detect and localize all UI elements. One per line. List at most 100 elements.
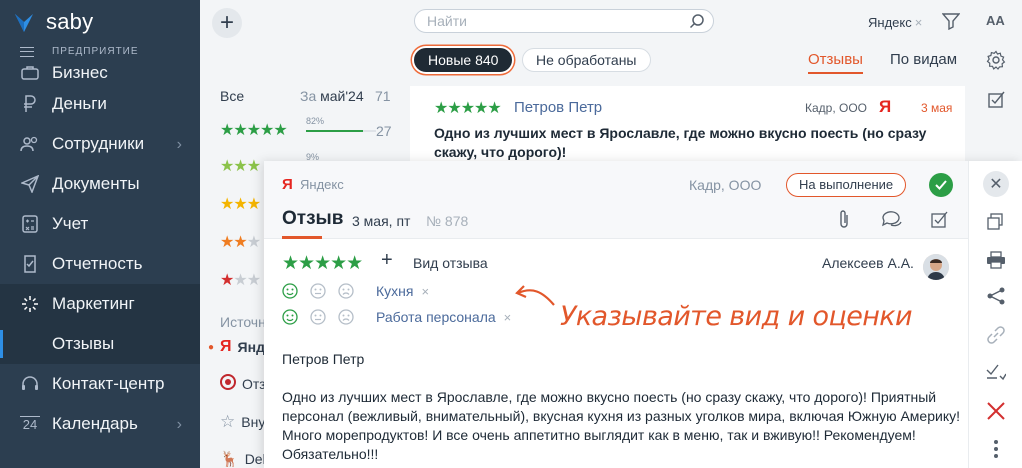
chevron-right-icon[interactable]: › [177,136,182,154]
rating-row-4[interactable]: ★★★ 9% [220,152,319,178]
paper-plane-icon [20,174,40,194]
one-star-icon: ★★★ [220,272,261,289]
close-icon[interactable]: × [915,15,923,30]
sidebar-item-business[interactable]: Бизнес [0,62,200,84]
review-rating: ★★★★★ [434,100,502,117]
rating-row-2[interactable]: ★★★ [220,234,261,254]
logo[interactable]: saby [12,8,93,36]
sidebar-item-label: Документы [52,174,140,193]
sidebar-item-label: Календарь [52,414,138,433]
tab-reviews[interactable]: Отзывы [808,51,863,74]
active-dot-icon: ● [208,341,215,353]
source-filter-chip[interactable]: Яндекс × [868,15,922,30]
stats-period[interactable]: За май'24 [300,88,364,104]
search-input[interactable]: Найти [414,9,714,33]
smile-neutral-icon[interactable] [310,283,338,299]
report-icon [20,254,40,274]
briefcase-icon [20,63,40,83]
smile-sad-icon[interactable] [338,283,366,299]
sidebar-item-label: Отчетность [52,254,143,273]
tab-by-kind[interactable]: По видам [890,51,957,68]
aspect-row: Работа персонала × [282,309,511,325]
sidebar-item-label: Маркетинг [52,294,135,313]
menu-icon[interactable] [20,46,34,57]
checklist-icon[interactable] [987,89,1007,109]
hint-text: Указывайте вид и оценки [560,301,913,332]
org-switcher[interactable]: ПРЕДПРИЯТИЕ [20,46,139,57]
close-icon[interactable]: × [421,284,429,299]
calendar-badge: 24 [22,417,38,432]
review-body: Одно из лучших мест в Ярославле, где мож… [282,389,960,462]
rating-row-1[interactable]: ★★★ [220,272,261,292]
status-button[interactable]: На выполнение [786,173,907,197]
sidebar-item-marketing[interactable]: Маркетинг [0,284,200,324]
filter-icon[interactable] [942,12,960,30]
filter-chip-new[interactable]: Новые 840 [414,48,513,72]
four-stars-icon: ★★★ [220,158,261,175]
close-icon[interactable]: × [504,310,512,325]
smile-sad-icon[interactable] [338,309,366,325]
smile-neutral-icon[interactable] [310,309,338,325]
approve-icon[interactable] [986,363,1006,383]
five-stars-icon: ★★★★★ [220,122,288,139]
hint-arrow-icon [515,285,555,306]
smile-happy-icon[interactable] [282,309,310,325]
create-button[interactable]: + [212,8,242,38]
sidebar-item-accounting[interactable]: Учет [0,204,200,244]
checkmark-icon [935,180,947,190]
calendar-icon: 24 [20,416,40,432]
sidebar-item-documents[interactable]: Документы [0,164,200,204]
aspect-label[interactable]: Кухня [376,283,413,299]
link-icon[interactable] [986,325,1006,345]
copy-icon[interactable] [986,213,1004,231]
sidebar-item-money[interactable]: Деньги [0,84,200,124]
assignee-name[interactable]: Алексеев А.А. [822,255,914,271]
chat-icon[interactable] [881,209,903,229]
close-panel-button[interactable]: ✕ [983,171,1009,197]
review-kind-label[interactable]: Вид отзыва [413,255,488,271]
search-placeholder: Найти [427,13,467,29]
sidebar-item-label: Бизнес [52,63,108,82]
sidebar-item-label: Деньги [52,94,107,113]
review-author[interactable]: Петров Петр [514,99,602,116]
review-company: Кадр, ООО [805,101,868,115]
star-outline-icon: ☆ [220,412,236,431]
rating-row-3[interactable]: ★★★ [220,196,261,216]
print-icon[interactable] [986,251,1006,269]
headset-icon [20,374,40,394]
add-kind-button[interactable]: + [381,249,393,272]
two-stars-icon: ★★★ [220,234,261,251]
chevron-right-icon[interactable]: › [177,416,182,434]
aspect-label[interactable]: Работа персонала [376,309,496,325]
rating-row-5[interactable]: ★★★★★ 82% 27 [220,116,392,142]
paperclip-icon[interactable] [837,209,851,229]
sidebar: saby ПРЕДПРИЯТИЕ Бизнес Деньги Сотрудник… [0,0,200,468]
panel-company[interactable]: Кадр, ООО [689,177,761,193]
panel-rating: ★★★★★ [282,253,363,274]
stats-total: 71 [375,88,391,104]
sidebar-item-calendar[interactable]: 24 Календарь › [0,404,200,444]
share-icon[interactable] [986,287,1006,305]
sidebar-item-label: Учет [52,214,89,233]
smile-happy-icon[interactable] [282,283,310,299]
sidebar-nav: Бизнес Деньги Сотрудники › Документы Уче… [0,62,200,444]
rating-5-percent: 82% [306,116,325,126]
task-icon[interactable] [930,209,950,229]
sidebar-item-employees[interactable]: Сотрудники › [0,124,200,164]
sidebar-subitem-reviews[interactable]: Отзывы [0,324,200,364]
search-icon[interactable] [689,13,705,29]
brand-name: saby [46,9,94,34]
sidebar-item-contact-center[interactable]: Контакт-центр [0,364,200,404]
calculator-icon [20,214,40,234]
confirm-button[interactable] [929,173,953,197]
more-options-icon[interactable] [993,439,999,459]
delete-icon[interactable] [986,401,1006,421]
gear-icon[interactable] [986,50,1006,70]
stats-all-label[interactable]: Все [220,88,244,104]
filter-chip-unprocessed[interactable]: Не обработаны [522,48,651,72]
sidebar-item-reporting[interactable]: Отчетность [0,244,200,284]
font-size-button[interactable]: AA [986,13,1005,28]
yandex-icon: Я [282,176,293,193]
panel-header: Я Яндекс Кадр, ООО На выполнение Отзыв 3… [264,161,968,239]
avatar[interactable] [923,254,949,280]
